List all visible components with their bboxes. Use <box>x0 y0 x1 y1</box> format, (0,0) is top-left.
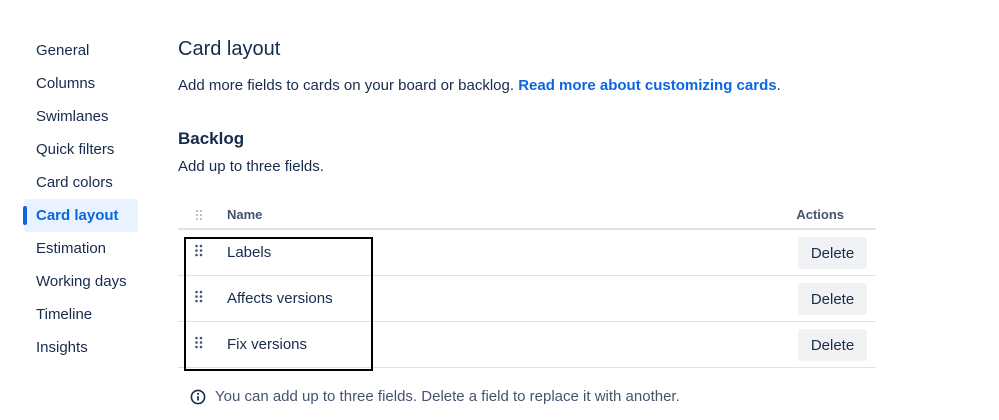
sidebar-item-card-colors[interactable]: Card colors <box>24 166 138 199</box>
table-row: Fix versions Delete <box>178 322 876 368</box>
field-name: Affects versions <box>227 290 333 307</box>
table-row: Labels Delete <box>178 230 876 276</box>
sidebar-item-estimation[interactable]: Estimation <box>24 232 138 265</box>
drag-handle-icon[interactable] <box>194 289 204 305</box>
table-row: Affects versions Delete <box>178 276 876 322</box>
info-message: You can add up to three fields. Delete a… <box>190 388 680 405</box>
field-name: Labels <box>227 244 272 261</box>
table-header: Name Actions <box>178 199 876 230</box>
settings-sidebar: General Columns Swimlanes Quick filters … <box>23 34 138 364</box>
column-header-actions: Actions <box>796 207 844 222</box>
sidebar-item-card-layout[interactable]: Card layout <box>23 199 138 232</box>
drag-handle-icon[interactable] <box>194 243 204 259</box>
delete-affects-versions-button[interactable]: Delete <box>798 283 867 315</box>
sidebar-item-timeline[interactable]: Timeline <box>24 298 138 331</box>
info-icon <box>190 389 206 404</box>
field-name: Fix versions <box>227 336 308 353</box>
delete-fix-versions-button[interactable]: Delete <box>798 329 867 361</box>
delete-labels-button[interactable]: Delete <box>798 237 867 269</box>
sidebar-item-swimlanes[interactable]: Swimlanes <box>24 100 138 133</box>
info-text: You can add up to three fields. Delete a… <box>215 388 680 405</box>
section-title-backlog: Backlog <box>178 129 245 148</box>
customizing-cards-link[interactable]: Read more about customizing cards <box>518 77 776 94</box>
drag-handle-icon[interactable] <box>194 335 204 351</box>
section-description: Add up to three fields. <box>178 158 324 175</box>
intro-suffix: . <box>776 77 781 94</box>
sidebar-item-insights[interactable]: Insights <box>24 331 138 364</box>
page-description: Add more fields to cards on your board o… <box>178 77 781 94</box>
sidebar-item-general[interactable]: General <box>24 34 138 67</box>
sidebar-item-working-days[interactable]: Working days <box>24 265 138 298</box>
fields-table: Name Actions Labels Delete Affects versi… <box>178 199 876 368</box>
intro-text: Add more fields to cards on your board o… <box>178 77 519 94</box>
page-title: Card layout <box>178 38 281 60</box>
drag-handle-icon <box>196 210 202 220</box>
sidebar-item-quick-filters[interactable]: Quick filters <box>24 133 138 166</box>
sidebar-item-columns[interactable]: Columns <box>24 67 138 100</box>
column-header-name: Name <box>227 207 263 222</box>
